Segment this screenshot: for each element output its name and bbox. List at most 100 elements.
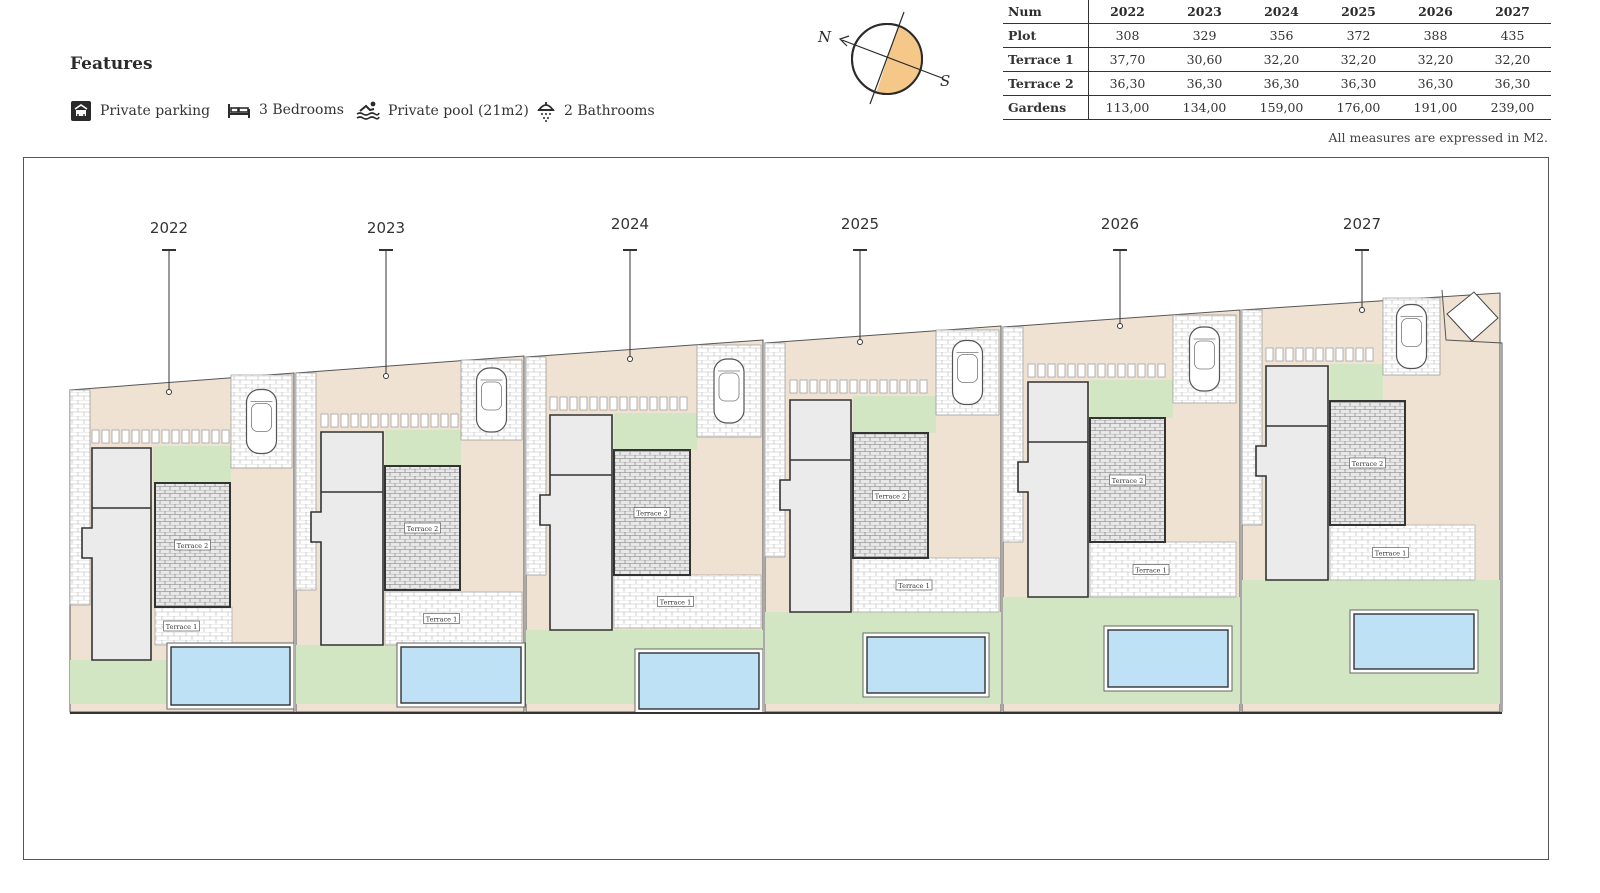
villa-plot-2023: Terrace 2 Terrace 1 2023 (295, 219, 526, 713)
paving-stone (1137, 363, 1146, 378)
car-roof (251, 403, 272, 432)
terrace-2-label: Terrace 2 (875, 493, 906, 501)
garden-grass (1330, 364, 1383, 401)
side-path (764, 342, 786, 558)
paving-stone (1117, 363, 1126, 378)
paving-stone (1305, 347, 1314, 362)
label-leader-dot (1359, 307, 1365, 313)
car-icon (475, 367, 508, 433)
paving-stone (889, 379, 898, 394)
terrace-1-label: Terrace 1 (1375, 550, 1406, 558)
paving-stone (1027, 363, 1036, 378)
car-roof (718, 372, 740, 402)
swimming-pool (638, 652, 760, 710)
garden-grass (153, 446, 231, 483)
paving-stone (151, 429, 160, 444)
villa-plot-2027: Terrace 2 Terrace 1 2027 (1241, 215, 1501, 713)
paving-stone (360, 413, 369, 428)
paving-stone (370, 413, 379, 428)
swimming-pool (170, 646, 291, 706)
paving-stone (330, 413, 339, 428)
paving-stone (111, 429, 120, 444)
paving-stone (679, 396, 688, 411)
paving-stone (619, 396, 628, 411)
villa-number-label: 2027 (1343, 215, 1381, 233)
paving-stone (1047, 363, 1056, 378)
paving-stone (171, 429, 180, 444)
paving-stone (599, 396, 608, 411)
paving-stone (221, 429, 230, 444)
paving-stone (1325, 347, 1334, 362)
terrace-2-label: Terrace 2 (1112, 477, 1143, 485)
villa-number-label: 2022 (150, 219, 188, 237)
paving-stone (1335, 347, 1344, 362)
paving-stone (799, 379, 808, 394)
car-roof (957, 354, 978, 383)
paving-stone (141, 429, 150, 444)
paving-stone (1107, 363, 1116, 378)
terrace-2-label: Terrace 2 (177, 542, 208, 550)
terrace-2-label: Terrace 2 (636, 510, 667, 518)
paving-stone (181, 429, 190, 444)
car-icon (245, 388, 278, 455)
label-leader-dot (166, 389, 172, 395)
paving-stone (211, 429, 220, 444)
paving-stone (380, 413, 389, 428)
paving-stone (839, 379, 848, 394)
paving-stone (899, 379, 908, 394)
paving-stone (101, 429, 110, 444)
paving-stone (1275, 347, 1284, 362)
swimming-pool (1353, 613, 1475, 670)
side-path (69, 389, 91, 606)
paving-stone (131, 429, 140, 444)
paving-stone (1067, 363, 1076, 378)
garden-grass (385, 430, 461, 466)
car-roof (1194, 340, 1215, 370)
paving-stone (909, 379, 918, 394)
paving-stone (649, 396, 658, 411)
paving-stone (1315, 347, 1324, 362)
paving-stone (559, 396, 568, 411)
paving-stone (1057, 363, 1066, 378)
terrace-1-label: Terrace 1 (660, 599, 691, 607)
villa-number-label: 2026 (1101, 215, 1139, 233)
paving-stone (919, 379, 928, 394)
terrace-1-label: Terrace 1 (898, 582, 929, 590)
house-footprint (1017, 381, 1089, 598)
paving-stone (1265, 347, 1274, 362)
villa-number-label: 2025 (841, 215, 879, 233)
terrace-2-label: Terrace 2 (1352, 460, 1383, 468)
house-footprint (779, 399, 852, 613)
car-icon (1395, 303, 1428, 370)
villa-number-label: 2023 (367, 219, 405, 237)
paving-stone (659, 396, 668, 411)
paving-stone (410, 413, 419, 428)
terrace-1-label: Terrace 1 (166, 623, 197, 631)
paving-stone (549, 396, 558, 411)
paving-stone (440, 413, 449, 428)
side-path (1002, 326, 1024, 543)
paving-stone (91, 429, 100, 444)
paving-stone (1037, 363, 1046, 378)
paving-stone (350, 413, 359, 428)
villa-number-label: 2024 (611, 215, 649, 233)
paving-stone (1295, 347, 1304, 362)
house-footprint (539, 414, 613, 631)
paving-stone (420, 413, 429, 428)
label-leader-dot (1117, 323, 1123, 329)
paving-stone (201, 429, 210, 444)
swimming-pool (866, 636, 986, 694)
paving-stone (589, 396, 598, 411)
car-icon (951, 339, 984, 406)
paving-stone (1087, 363, 1096, 378)
car-icon (713, 358, 745, 424)
car-roof (1401, 318, 1422, 347)
paving-stone (1345, 347, 1354, 362)
garden-grass (614, 413, 697, 450)
paving-stone (1157, 363, 1166, 378)
paving-stone (400, 413, 409, 428)
paving-stone (390, 413, 399, 428)
villa-plot-2025: Terrace 2 Terrace 1 2025 (764, 215, 1002, 713)
side-path (1241, 309, 1263, 526)
paving-stone (789, 379, 798, 394)
